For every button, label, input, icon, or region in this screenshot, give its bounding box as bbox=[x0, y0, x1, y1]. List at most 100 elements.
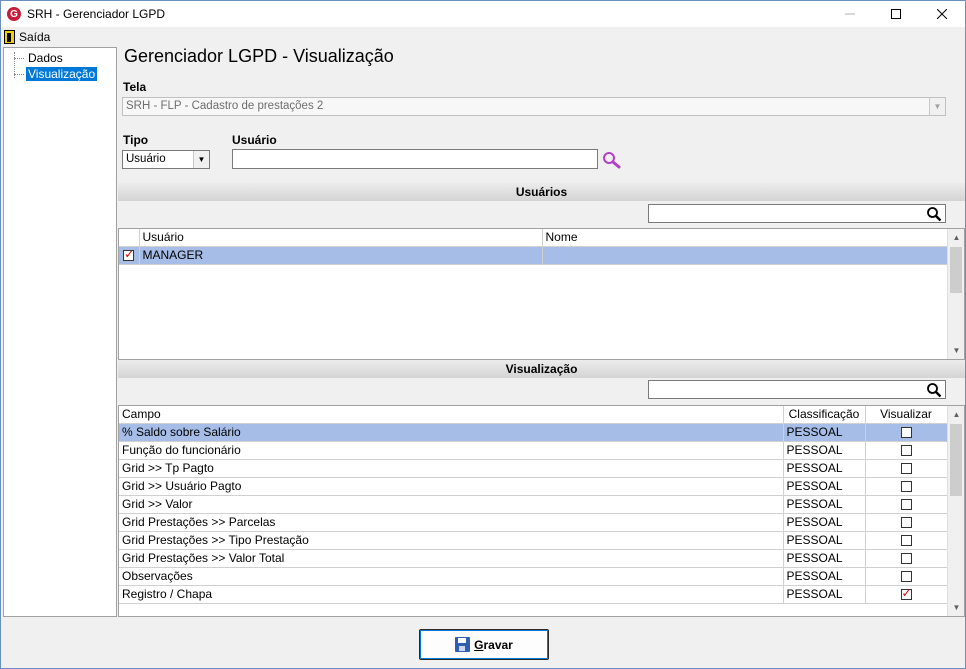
exit-door-icon bbox=[4, 29, 15, 44]
maximize-icon bbox=[891, 9, 901, 19]
visualizar-cell[interactable] bbox=[865, 585, 948, 604]
visualizar-cell[interactable] bbox=[865, 441, 948, 460]
scroll-down-icon[interactable]: ▼ bbox=[948, 599, 964, 616]
search-icon[interactable] bbox=[926, 206, 942, 222]
visualizar-cell[interactable] bbox=[865, 531, 948, 550]
save-button[interactable]: Gravar bbox=[419, 629, 549, 660]
visualizar-checkbox[interactable] bbox=[900, 499, 912, 511]
table-row[interactable]: Grid >> Tp Pagto PESSOAL bbox=[119, 459, 948, 478]
table-row[interactable]: Grid >> Usuário Pagto PESSOAL bbox=[119, 477, 948, 496]
table-row[interactable]: Grid Prestações >> Tipo Prestação PESSOAL bbox=[119, 531, 948, 550]
visualizar-checkbox[interactable] bbox=[900, 553, 912, 565]
chevron-down-icon[interactable]: ▼ bbox=[929, 98, 945, 115]
scroll-down-icon[interactable]: ▼ bbox=[948, 342, 964, 359]
campo-cell: Função do funcionário bbox=[119, 441, 784, 460]
tela-select[interactable]: SRH - FLP - Cadastro de prestações 2 ▼ bbox=[122, 97, 946, 116]
tree-item-dados[interactable]: Dados bbox=[14, 51, 68, 66]
campo-cell: Registro / Chapa bbox=[119, 585, 784, 604]
visualizacao-search-input[interactable] bbox=[648, 380, 946, 399]
scroll-thumb[interactable] bbox=[950, 424, 962, 496]
scroll-up-icon[interactable]: ▲ bbox=[948, 406, 964, 423]
classificacao-cell: PESSOAL bbox=[783, 513, 866, 532]
visualizar-checkbox[interactable] bbox=[900, 481, 912, 493]
table-row[interactable]: Grid Prestações >> Parcelas PESSOAL bbox=[119, 513, 948, 532]
maximize-button[interactable] bbox=[873, 1, 919, 27]
table-row[interactable]: Registro / Chapa PESSOAL bbox=[119, 585, 948, 604]
classificacao-cell: PESSOAL bbox=[783, 531, 866, 550]
classificacao-cell: PESSOAL bbox=[783, 549, 866, 568]
usuario-input[interactable] bbox=[232, 149, 598, 169]
visualizar-cell[interactable] bbox=[865, 549, 948, 568]
minimize-icon bbox=[845, 13, 855, 15]
usuario-label: Usuário bbox=[232, 133, 277, 147]
select-column-header bbox=[119, 229, 140, 247]
menu-exit[interactable]: Saída bbox=[1, 29, 51, 44]
visualizar-checkbox[interactable] bbox=[900, 517, 912, 529]
menu-bar: Saída bbox=[1, 27, 965, 46]
table-row[interactable]: % Saldo sobre Salário PESSOAL bbox=[119, 423, 948, 442]
column-header-visualizar[interactable]: Visualizar bbox=[865, 406, 948, 424]
table-row[interactable]: Função do funcionário PESSOAL bbox=[119, 441, 948, 460]
classificacao-cell: PESSOAL bbox=[783, 495, 866, 514]
tela-label: Tela bbox=[123, 80, 147, 94]
classificacao-cell: PESSOAL bbox=[783, 441, 866, 460]
row-checkbox[interactable] bbox=[123, 247, 134, 262]
tipo-value: Usuário bbox=[126, 153, 166, 165]
classificacao-cell: PESSOAL bbox=[783, 567, 866, 586]
campo-cell: Grid >> Tp Pagto bbox=[119, 459, 784, 478]
visualizar-cell[interactable] bbox=[865, 459, 948, 478]
navigation-tree: Dados Visualização bbox=[3, 47, 117, 617]
table-row[interactable]: Grid Prestações >> Valor Total PESSOAL bbox=[119, 549, 948, 568]
visualizacao-section-header: Visualização bbox=[118, 360, 965, 378]
save-disk-icon bbox=[455, 637, 471, 652]
tipo-select[interactable]: Usuário ▼ bbox=[122, 150, 210, 169]
visualizar-cell[interactable] bbox=[865, 513, 948, 532]
search-icon[interactable] bbox=[926, 382, 942, 398]
window-title: SRH - Gerenciador LGPD bbox=[27, 7, 166, 21]
visualizar-checkbox[interactable] bbox=[900, 427, 912, 439]
page-title: Gerenciador LGPD - Visualização bbox=[124, 46, 394, 66]
table-row[interactable]: Grid >> Valor PESSOAL bbox=[119, 495, 948, 514]
column-header-usuario[interactable]: Usuário bbox=[139, 229, 543, 247]
save-button-label: Gravar bbox=[474, 637, 513, 652]
visualizar-cell[interactable] bbox=[865, 567, 948, 586]
column-header-campo[interactable]: Campo bbox=[119, 406, 784, 424]
visualizar-checkbox[interactable] bbox=[900, 445, 912, 457]
row-checkbox-cell[interactable] bbox=[119, 246, 140, 265]
close-button[interactable] bbox=[919, 1, 965, 27]
visualizacao-grid-body: % Saldo sobre Salário PESSOAL Função do fu… bbox=[119, 423, 948, 604]
tree-item-visualizacao[interactable]: Visualização bbox=[14, 67, 100, 82]
classificacao-cell: PESSOAL bbox=[783, 423, 866, 442]
tree-item-label: Visualização bbox=[26, 67, 98, 81]
visualizar-cell[interactable] bbox=[865, 423, 948, 442]
visualizar-cell[interactable] bbox=[865, 495, 948, 514]
visualizar-checkbox[interactable] bbox=[900, 571, 912, 583]
tela-value: SRH - FLP - Cadastro de prestações 2 bbox=[126, 100, 324, 112]
close-icon bbox=[937, 9, 947, 19]
nome-cell bbox=[542, 246, 948, 265]
campo-cell: Grid Prestações >> Tipo Prestação bbox=[119, 531, 784, 550]
chevron-down-icon[interactable]: ▼ bbox=[193, 151, 209, 168]
scroll-thumb[interactable] bbox=[950, 247, 962, 293]
visualizar-checkbox[interactable] bbox=[900, 586, 912, 601]
usuarios-scrollbar[interactable]: ▲ ▼ bbox=[947, 229, 964, 359]
table-row[interactable]: MANAGER bbox=[119, 246, 948, 265]
minimize-button[interactable] bbox=[827, 1, 873, 27]
campo-cell: Observações bbox=[119, 567, 784, 586]
table-row[interactable]: Observações PESSOAL bbox=[119, 567, 948, 586]
classificacao-cell: PESSOAL bbox=[783, 459, 866, 478]
usuarios-grid: Usuário Nome MANAGER ▲ ▼ bbox=[118, 228, 965, 360]
tipo-label: Tipo bbox=[123, 133, 149, 147]
visualizar-checkbox[interactable] bbox=[900, 535, 912, 547]
search-user-icon[interactable] bbox=[602, 151, 621, 169]
visualizar-cell[interactable] bbox=[865, 477, 948, 496]
menu-exit-label: Saída bbox=[19, 29, 51, 44]
visualizar-checkbox[interactable] bbox=[900, 463, 912, 475]
usuarios-search-input[interactable] bbox=[648, 204, 946, 223]
column-header-nome[interactable]: Nome bbox=[542, 229, 948, 247]
column-header-classificacao[interactable]: Classificação bbox=[783, 406, 866, 424]
scroll-up-icon[interactable]: ▲ bbox=[948, 229, 964, 246]
grid-header-row: Usuário Nome bbox=[119, 229, 948, 247]
visualizacao-scrollbar[interactable]: ▲ ▼ bbox=[947, 406, 964, 616]
campo-cell: % Saldo sobre Salário bbox=[119, 423, 784, 442]
